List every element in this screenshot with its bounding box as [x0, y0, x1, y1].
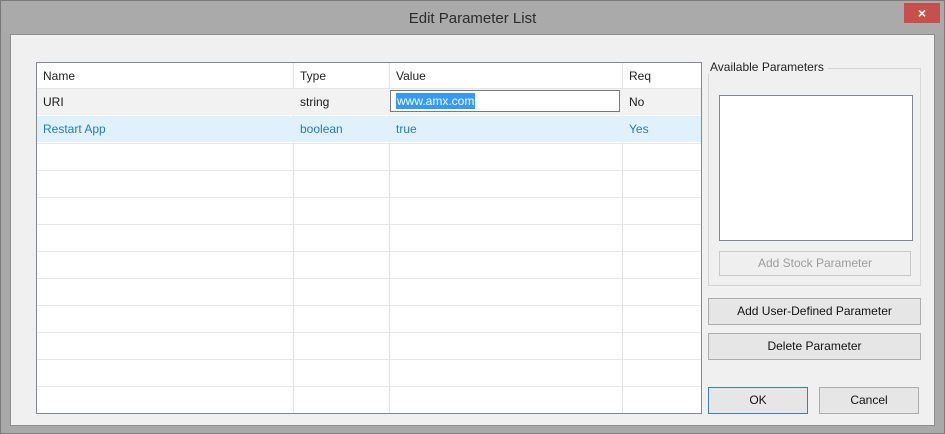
table-row[interactable]: Restart App boolean true Yes [37, 116, 701, 142]
available-parameters-list[interactable] [719, 95, 913, 241]
row-divider [37, 305, 701, 306]
close-button[interactable]: × [904, 3, 940, 23]
column-header-name[interactable]: Name [37, 63, 292, 88]
dialog-body: Name Type Value Req URI string www.amx.c… [10, 34, 935, 426]
selected-value-text: www.amx.com [396, 93, 476, 109]
add-stock-parameter-button[interactable]: Add Stock Parameter [719, 251, 911, 276]
column-header-req[interactable]: Req [623, 63, 701, 88]
available-parameters-label: Available Parameters [708, 60, 828, 74]
dialog-title: Edit Parameter List [408, 10, 537, 27]
add-user-defined-parameter-button[interactable]: Add User-Defined Parameter [708, 298, 921, 325]
cell-name: Restart App [43, 122, 106, 136]
value-edit-field[interactable]: www.amx.com [390, 90, 620, 112]
cell-req: No [629, 95, 645, 109]
cell-type: string [300, 95, 330, 109]
row-divider [37, 251, 701, 252]
row-divider [37, 170, 701, 171]
ok-button[interactable]: OK [708, 387, 808, 414]
row-divider [37, 197, 701, 198]
parameter-table[interactable]: Name Type Value Req URI string www.amx.c… [36, 62, 702, 414]
close-icon: × [917, 5, 927, 21]
row-divider [37, 332, 701, 333]
row-divider [37, 278, 701, 279]
title-bar[interactable]: Edit Parameter List × [1, 1, 944, 34]
cancel-button[interactable]: Cancel [819, 387, 919, 414]
cell-type: boolean [300, 122, 343, 136]
row-divider [37, 359, 701, 360]
table-header: Name Type Value Req [37, 63, 701, 89]
row-divider [37, 386, 701, 387]
cell-req: Yes [629, 122, 649, 136]
cell-name: URI [43, 95, 64, 109]
row-divider [37, 143, 701, 144]
column-header-type[interactable]: Type [294, 63, 388, 88]
column-header-value[interactable]: Value [390, 63, 622, 88]
cell-value: true [396, 122, 417, 136]
delete-parameter-button[interactable]: Delete Parameter [708, 333, 921, 360]
row-divider [37, 224, 701, 225]
edit-parameter-dialog: Edit Parameter List × Name Type Value Re… [0, 0, 945, 434]
table-row[interactable]: URI string www.amx.com No [37, 89, 701, 115]
